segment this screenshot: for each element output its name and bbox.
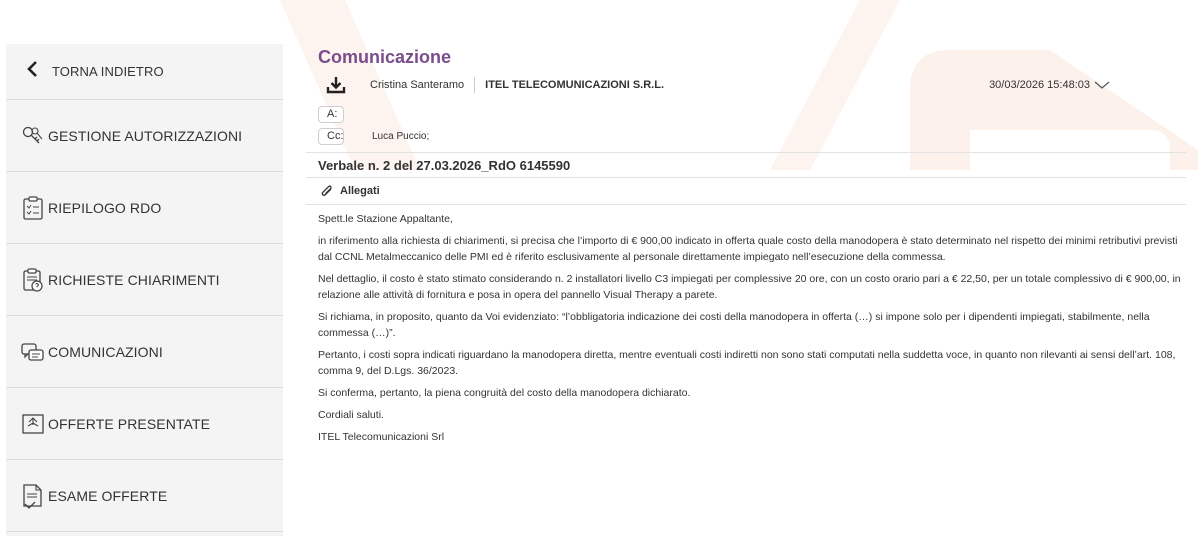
sidebar-item-comunicazioni[interactable]: COMUNICAZIONI [6,316,283,388]
sender-company: ITEL TELECOMUNICAZIONI S.R.L. [485,79,665,91]
document-check-icon [20,482,46,510]
cc-row: Cc: Luca Puccio; [306,126,1186,146]
chevron-left-icon [26,60,38,83]
chevron-down-icon [1094,81,1110,89]
keys-icon [20,122,46,150]
divider [474,77,476,93]
sidebar-item-offerte-presentate[interactable]: OFFERTE PRESENTATE [6,388,283,460]
date-text: 30/03/2026 15:48:03 [989,79,1090,91]
paperclip-icon [321,185,332,196]
sidebar-item-label: RIEPILOGO RDO [48,199,162,216]
sidebar: TORNA INDIETRO GESTIONE AUTORIZZAZIONI R… [6,44,283,536]
sidebar-item-riepilogo-rdo[interactable]: RIEPILOGO RDO [6,172,283,244]
body-paragraph: in riferimento alla richiesta di chiarim… [318,235,1178,263]
sidebar-item-label: RICHIESTE CHIARIMENTI [48,271,220,288]
sender-name: Cristina Santeramo [370,79,465,91]
sidebar-item-esame-offerte[interactable]: ESAME OFFERTE [6,460,283,532]
message-subject: Verbale n. 2 del 27.03.2026_RdO 6145590 [306,152,1186,178]
sidebar-item-label: GESTIONE AUTORIZZAZIONI [48,127,243,144]
sidebar-item-label: OFFERTE PRESENTATE [48,415,211,432]
page-title: Comunicazione [318,47,452,67]
body-paragraph: Si conferma, pertanto, la piena congruit… [318,387,691,399]
offer-card-icon [20,410,46,438]
attachments-label: Allegati [340,185,380,197]
clipboard-list-icon [20,194,46,222]
sender-row: Cristina Santeramo ITEL TELECOMUNICAZION… [306,70,1186,100]
sidebar-item-gestione-autorizzazioni[interactable]: GESTIONE AUTORIZZAZIONI [6,100,283,172]
message-panel: Comunicazione Cristina Santeramo ITEL TE… [306,44,1186,451]
to-label: A: [318,105,344,123]
clipboard-question-icon [20,266,46,294]
sidebar-item-richieste-chiarimenti[interactable]: RICHIESTE CHIARIMENTI [6,244,283,316]
sidebar-item-label: ESAME OFFERTE [48,487,168,504]
message-date[interactable]: 30/03/2026 15:48:03 [989,79,1110,91]
body-paragraph: ITEL Telecomunicazioni Srl [318,431,445,443]
sidebar-item-label: COMUNICAZIONI [48,343,163,360]
message-body: Spett.le Stazione Appaltante, in riferim… [306,205,1186,445]
back-label: TORNA INDIETRO [52,64,164,79]
chat-bubbles-icon [20,338,46,366]
body-paragraph: Nel dettaglio, il costo è stato stimato … [318,273,1181,301]
back-button[interactable]: TORNA INDIETRO [6,44,283,100]
download-icon[interactable] [326,75,346,95]
cc-value: Luca Puccio; [372,130,430,142]
body-paragraph: Si richiama, in proposito, quanto da Voi… [318,311,1150,339]
to-row: A: [306,104,1186,124]
body-paragraph: Pertanto, i costi sopra indicati riguard… [318,349,1176,377]
body-paragraph: Spett.le Stazione Appaltante, [318,213,453,225]
body-paragraph: Cordiali saluti. [318,409,384,421]
attachments-toggle[interactable]: Allegati [306,178,1186,205]
cc-label: Cc: [318,127,344,145]
